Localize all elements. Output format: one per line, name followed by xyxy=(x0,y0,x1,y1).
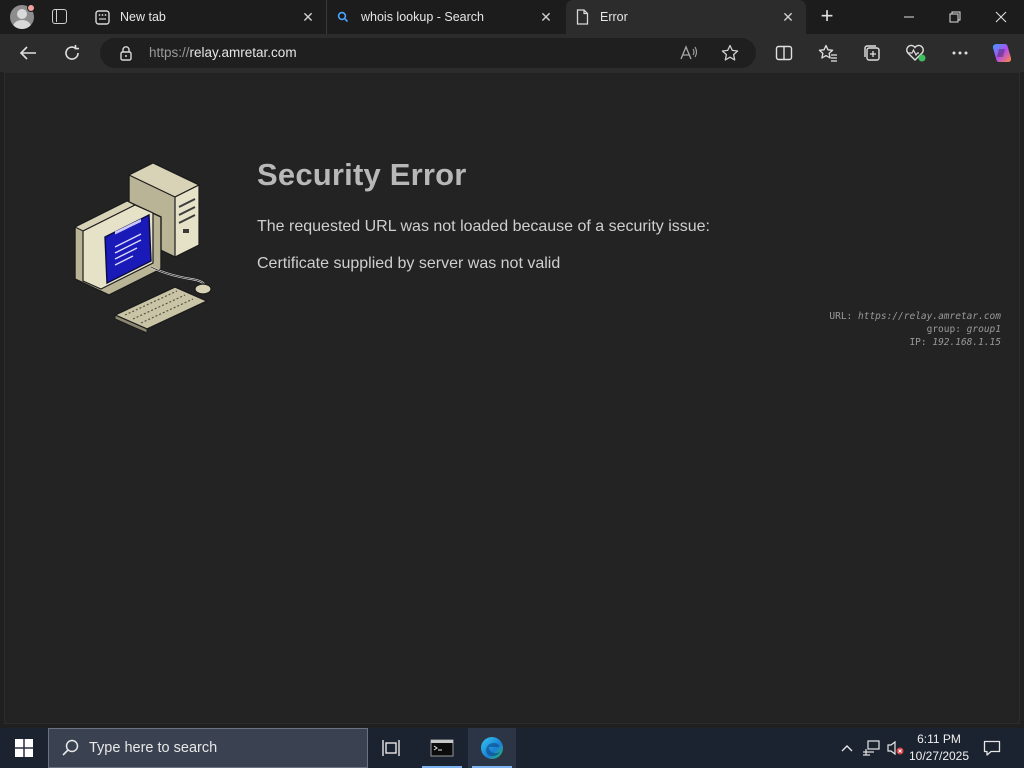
newtab-page-icon xyxy=(94,9,110,25)
browser-essentials-button[interactable] xyxy=(902,39,930,67)
more-dots-icon xyxy=(952,51,968,55)
taskbar-search-box[interactable]: Type here to search xyxy=(48,728,368,768)
favorites-list-icon xyxy=(818,44,837,62)
task-view-icon xyxy=(382,740,400,756)
url-scheme: https:// xyxy=(149,45,190,60)
error-detail: Certificate supplied by server was not v… xyxy=(257,255,561,272)
address-url: https://relay.amretar.com xyxy=(149,38,297,68)
terminal-icon xyxy=(430,739,454,757)
avatar-head xyxy=(17,9,27,19)
volume-button[interactable] xyxy=(884,728,906,768)
show-hidden-icons-button[interactable] xyxy=(836,728,858,768)
start-button[interactable] xyxy=(0,728,48,768)
search-icon xyxy=(335,9,351,25)
lock-icon[interactable] xyxy=(118,45,134,61)
close-tab-icon[interactable]: ✕ xyxy=(300,9,316,25)
favorites-button[interactable] xyxy=(814,39,842,67)
task-view-button[interactable] xyxy=(368,728,416,768)
windows-logo-icon xyxy=(15,739,33,757)
meta-url-value: https://relay.amretar.com xyxy=(858,311,1001,322)
clock-date: 10/27/2025 xyxy=(908,749,970,763)
taskbar-clock[interactable]: 6:11 PM 10/27/2025 xyxy=(906,731,972,765)
minimize-icon xyxy=(904,16,914,18)
close-tab-icon[interactable]: ✕ xyxy=(538,9,554,25)
document-icon xyxy=(574,9,590,25)
close-icon xyxy=(995,11,1007,23)
meta-url-row: URL: https://relay.amretar.com xyxy=(829,310,1001,323)
tab-new-tab[interactable]: New tab ✕ xyxy=(86,0,326,34)
settings-more-button[interactable] xyxy=(946,39,974,67)
search-icon xyxy=(62,739,79,756)
address-bar[interactable]: https://relay.amretar.com xyxy=(100,38,756,68)
profile-notification-dot xyxy=(27,4,35,12)
tab-whois-search[interactable]: whois lookup - Search ✕ xyxy=(326,0,564,34)
back-button[interactable] xyxy=(14,39,42,67)
favorite-star-icon[interactable] xyxy=(721,44,739,62)
tab-label: New tab xyxy=(120,10,166,24)
avatar-body xyxy=(13,20,31,29)
notification-icon xyxy=(983,740,1001,756)
meta-group-label: group: xyxy=(926,324,961,335)
refresh-button[interactable] xyxy=(58,39,86,67)
tab-label: whois lookup - Search xyxy=(361,10,484,24)
copilot-icon xyxy=(992,44,1012,62)
read-aloud-icon[interactable] xyxy=(680,44,698,62)
url-host: relay.amretar.com xyxy=(189,45,297,60)
search-placeholder: Type here to search xyxy=(89,740,218,756)
volume-muted-icon xyxy=(887,740,904,756)
refresh-icon xyxy=(65,45,79,60)
minimize-button[interactable] xyxy=(886,0,932,34)
computer-illustration-icon xyxy=(73,163,212,333)
collections-button[interactable] xyxy=(858,39,886,67)
page-content: Security Error The requested URL was not… xyxy=(4,72,1020,724)
restore-icon xyxy=(949,11,961,23)
split-screen-icon xyxy=(775,45,793,61)
meta-url-label: URL: xyxy=(829,311,853,322)
meta-ip-label: IP: xyxy=(909,337,927,348)
taskbar: Type here to search 6:11 PM 10/27/2025 xyxy=(0,728,1024,768)
meta-group-value: group1 xyxy=(966,324,1001,335)
tab-label: Error xyxy=(600,10,628,24)
edge-browser-icon xyxy=(481,737,503,759)
network-status-button[interactable] xyxy=(860,728,882,768)
taskbar-terminal[interactable] xyxy=(418,728,466,768)
close-window-button[interactable] xyxy=(978,0,1024,34)
collections-icon xyxy=(864,45,880,61)
copilot-button[interactable] xyxy=(988,39,1016,67)
taskbar-edge[interactable] xyxy=(468,728,516,768)
notifications-button[interactable] xyxy=(978,728,1006,768)
browser-toolbar: https://relay.amretar.com xyxy=(0,34,1024,72)
restore-button[interactable] xyxy=(932,0,978,34)
split-screen-button[interactable] xyxy=(770,39,798,67)
tab-actions-icon[interactable] xyxy=(52,9,67,24)
heart-pulse-icon xyxy=(906,44,926,62)
request-metadata: URL: https://relay.amretar.com group: gr… xyxy=(829,310,1001,349)
new-tab-button[interactable]: + xyxy=(817,5,837,27)
network-icon xyxy=(863,740,880,756)
meta-group-row: group: group1 xyxy=(829,323,1001,336)
tab-strip: New tab ✕ whois lookup - Search ✕ Error … xyxy=(0,0,1024,34)
page-title: Security Error xyxy=(257,157,467,192)
chevron-up-icon xyxy=(841,745,853,752)
clock-time: 6:11 PM xyxy=(917,732,961,746)
meta-ip-value: 192.168.1.15 xyxy=(932,337,1001,348)
back-arrow-icon xyxy=(19,46,36,60)
error-message: The requested URL was not loaded because… xyxy=(257,218,710,235)
meta-ip-row: IP: 192.168.1.15 xyxy=(829,336,1001,349)
close-tab-icon[interactable]: ✕ xyxy=(780,9,796,25)
tab-error[interactable]: Error ✕ xyxy=(566,0,806,34)
